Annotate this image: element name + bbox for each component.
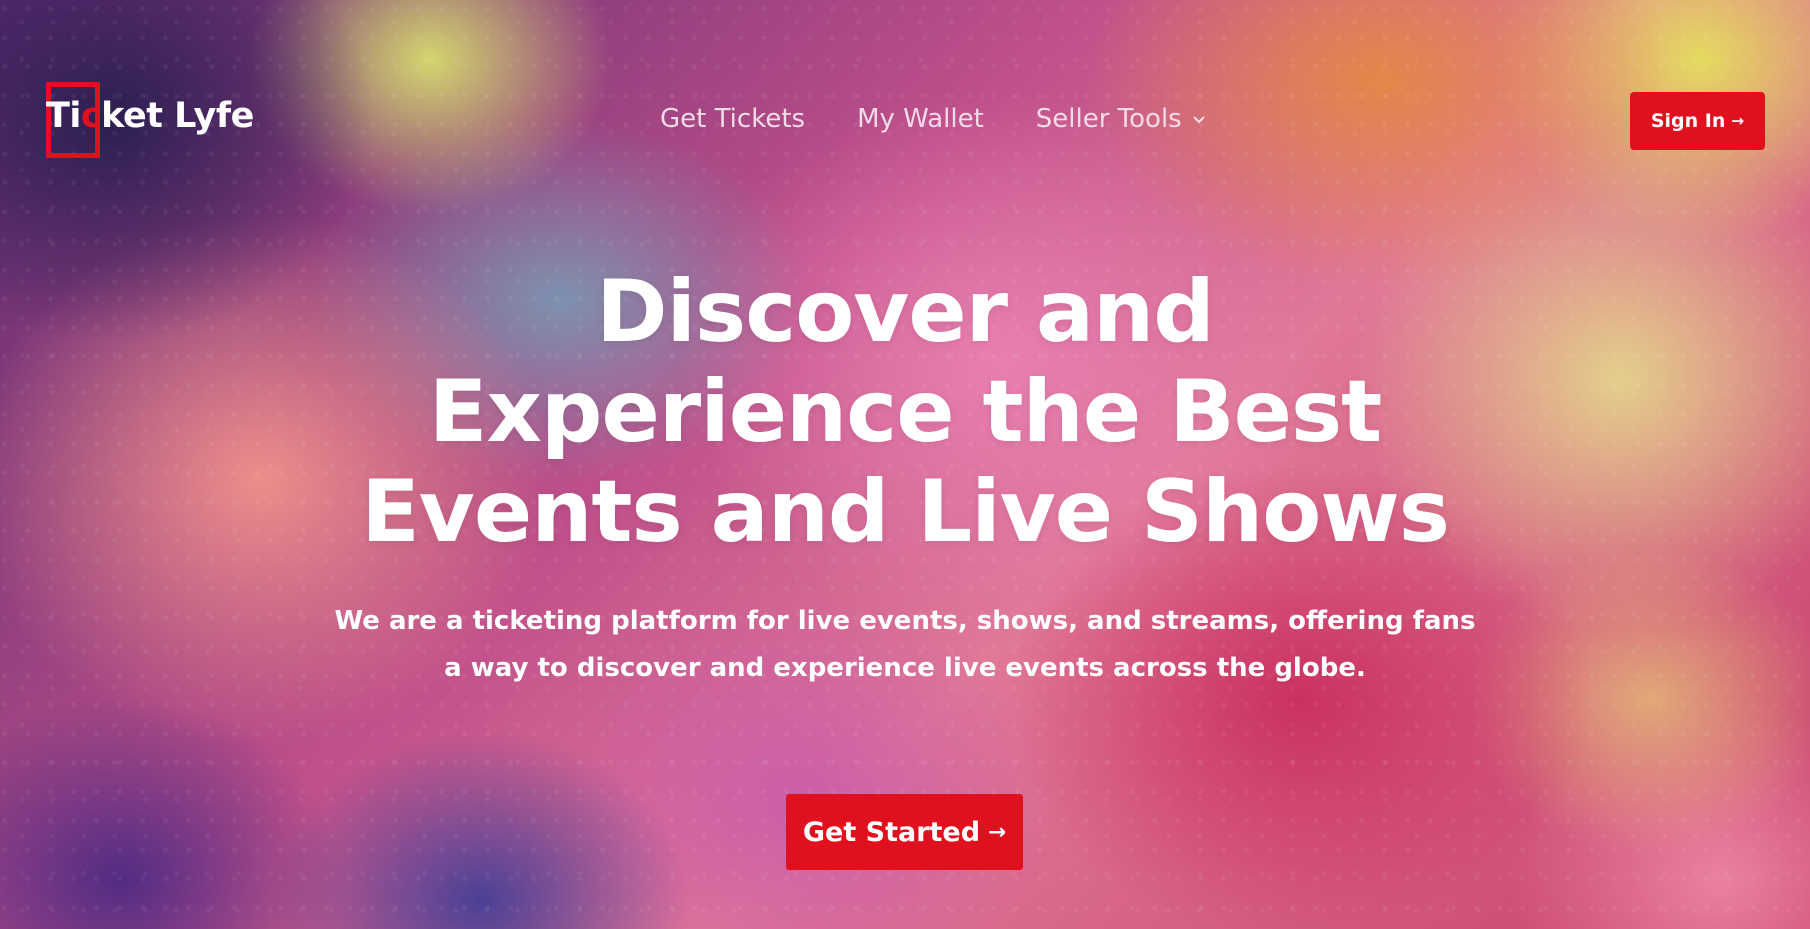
sign-in-button[interactable]: Sign In → — [1630, 92, 1765, 150]
hero-title-line-1: Discover and — [596, 262, 1215, 362]
hero-title-line-2: Experience the Best — [428, 362, 1383, 462]
arrow-right-icon: → — [1731, 112, 1745, 130]
nav-item-get-tickets[interactable]: Get Tickets — [660, 104, 805, 134]
nav-item-label: Seller Tools — [1035, 104, 1182, 134]
logo-text: Ticket Lyfe — [46, 96, 254, 136]
logo[interactable]: Ticket Lyfe — [46, 82, 276, 160]
chevron-down-icon — [1193, 116, 1205, 124]
hero-title: Discover and Experience the Best Events … — [305, 262, 1505, 562]
hero-title-line-3: Events and Live Shows — [361, 462, 1450, 562]
logo-text-prefix: Ti — [46, 96, 81, 136]
nav-item-my-wallet[interactable]: My Wallet — [857, 104, 984, 134]
nav-item-label: Get Tickets — [660, 104, 806, 134]
get-started-button[interactable]: Get Started → — [786, 794, 1023, 870]
sign-in-label: Sign In — [1650, 110, 1726, 132]
logo-text-suffix: ket Lyfe — [101, 96, 254, 136]
logo-text-accent: c — [80, 96, 102, 136]
arrow-right-icon: → — [988, 819, 1007, 845]
hero-section: Discover and Experience the Best Events … — [0, 262, 1810, 692]
site-header: Ticket Lyfe Get Tickets My Wallet Seller… — [0, 0, 1810, 240]
get-started-label: Get Started — [802, 816, 981, 848]
hero-subtitle: We are a ticketing platform for live eve… — [334, 606, 1476, 683]
nav-item-seller-tools[interactable]: Seller Tools — [1036, 104, 1206, 134]
main-nav: Get Tickets My Wallet Seller Tools — [660, 104, 1206, 134]
nav-item-label: My Wallet — [857, 104, 984, 134]
